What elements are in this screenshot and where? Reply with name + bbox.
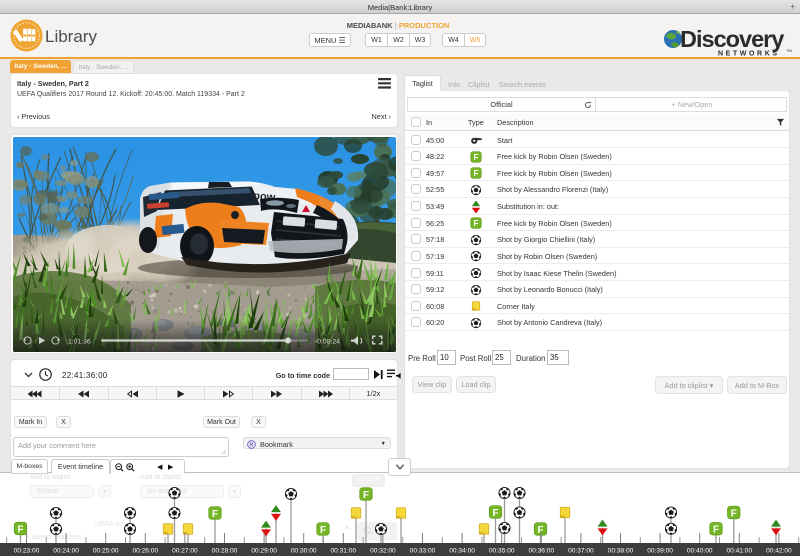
svg-text:R: R — [250, 442, 254, 448]
svg-text:00:24:00: 00:24:00 — [53, 548, 79, 555]
svg-text:00:31:00: 00:31:00 — [330, 548, 356, 555]
svg-text:F: F — [363, 490, 369, 501]
svg-text:00:41:00: 00:41:00 — [726, 548, 752, 555]
svg-text:00:28:00: 00:28:00 — [212, 548, 238, 555]
svg-text:00:38:00: 00:38:00 — [608, 548, 634, 555]
svg-text:00:27:00: 00:27:00 — [172, 548, 198, 555]
svg-text:00:37:00: 00:37:00 — [568, 548, 594, 555]
svg-text:00:35:00: 00:35:00 — [489, 548, 515, 555]
svg-text:00:25:00: 00:25:00 — [93, 548, 119, 555]
svg-text:00:33:00: 00:33:00 — [410, 548, 436, 555]
svg-text:NETWORKS: NETWORKS — [718, 51, 780, 57]
svg-text:F: F — [212, 509, 218, 520]
svg-text:-0:08:24: -0:08:24 — [315, 339, 340, 346]
svg-text:F: F — [473, 169, 478, 178]
svg-text:00:36:00: 00:36:00 — [528, 548, 554, 555]
svg-text:F: F — [473, 219, 478, 228]
svg-text:00:23:00: 00:23:00 — [14, 548, 40, 555]
svg-text:F: F — [473, 153, 478, 162]
svg-text:00:42:00: 00:42:00 — [766, 548, 792, 555]
svg-text:00:29:00: 00:29:00 — [251, 548, 277, 555]
svg-text:TM: TM — [786, 48, 792, 53]
svg-text:Discovery: Discovery — [680, 26, 784, 52]
svg-text:00:34:00: 00:34:00 — [449, 548, 475, 555]
svg-text:00:30:00: 00:30:00 — [291, 548, 317, 555]
svg-text:F: F — [731, 508, 737, 519]
svg-text:00:39:00: 00:39:00 — [647, 548, 673, 555]
svg-text:00:40:00: 00:40:00 — [687, 548, 713, 555]
svg-text:1:01:36: 1:01:36 — [68, 339, 91, 346]
svg-text:F: F — [493, 508, 499, 519]
svg-text:00:32:00: 00:32:00 — [370, 548, 396, 555]
svg-text:00:26:00: 00:26:00 — [132, 548, 158, 555]
